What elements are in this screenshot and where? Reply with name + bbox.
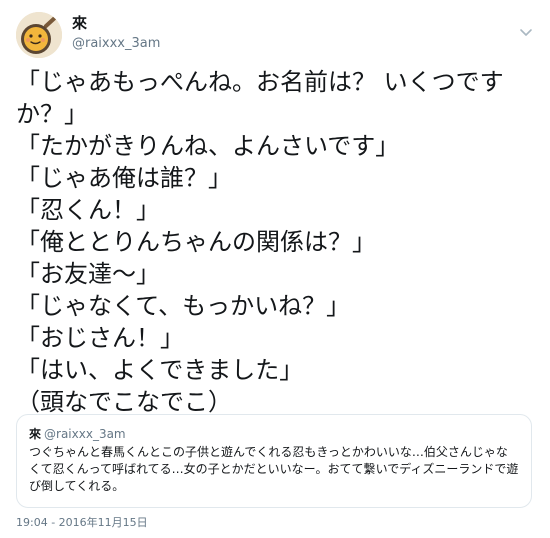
user-info[interactable]: 來 @raixxx_3am (72, 13, 160, 53)
tweet-line: 「たかがきりんね、よんさいです」 (16, 132, 400, 160)
tweet-line: 「おじさん！」 (16, 324, 184, 352)
tweet-line: 「じゃあもっぺんね。お名前は？ いくつですか？」 (16, 68, 504, 128)
quoted-tweet-header: 來 @raixxx_3am (29, 426, 519, 442)
tweet-line: 「お友達〜」 (16, 260, 160, 288)
screen-name[interactable]: @raixxx_3am (72, 35, 160, 53)
avatar[interactable] (16, 12, 62, 58)
tweet-line: 「じゃなくて、もっかいね？」 (16, 292, 351, 320)
tweet-line: 「俺ととりんちゃんの関係は？」 (16, 228, 376, 256)
quoted-display-name: 來 (29, 427, 42, 441)
tweet-header: 來 @raixxx_3am (16, 12, 534, 60)
tweet-line: 「忍くん！」 (16, 196, 160, 224)
tweet-line: 「はい、よくできました」 (16, 356, 304, 384)
quoted-tweet[interactable]: 來 @raixxx_3am つぐちゃんと春馬くんとこの子供と遊んでくれる忍もきっと… (16, 414, 532, 508)
display-name[interactable]: 來 (72, 13, 160, 33)
chevron-down-icon[interactable] (518, 24, 534, 40)
tweet-line: 「じゃあ俺は誰？」 (16, 164, 232, 192)
tweet-text: 「じゃあもっぺんね。お名前は？ いくつですか？」 「たかがきりんね、よんさいです… (16, 66, 534, 418)
quoted-screen-name: @raixxx_3am (44, 427, 126, 441)
quoted-tweet-text: つぐちゃんと春馬くんとこの子供と遊んでくれる忍もきっとかわいいな…伯父さんじゃな… (29, 445, 519, 493)
tweet-timestamp[interactable]: 19:04 - 2016年11月15日 (16, 516, 148, 530)
avatar-pan-icon (16, 12, 62, 58)
